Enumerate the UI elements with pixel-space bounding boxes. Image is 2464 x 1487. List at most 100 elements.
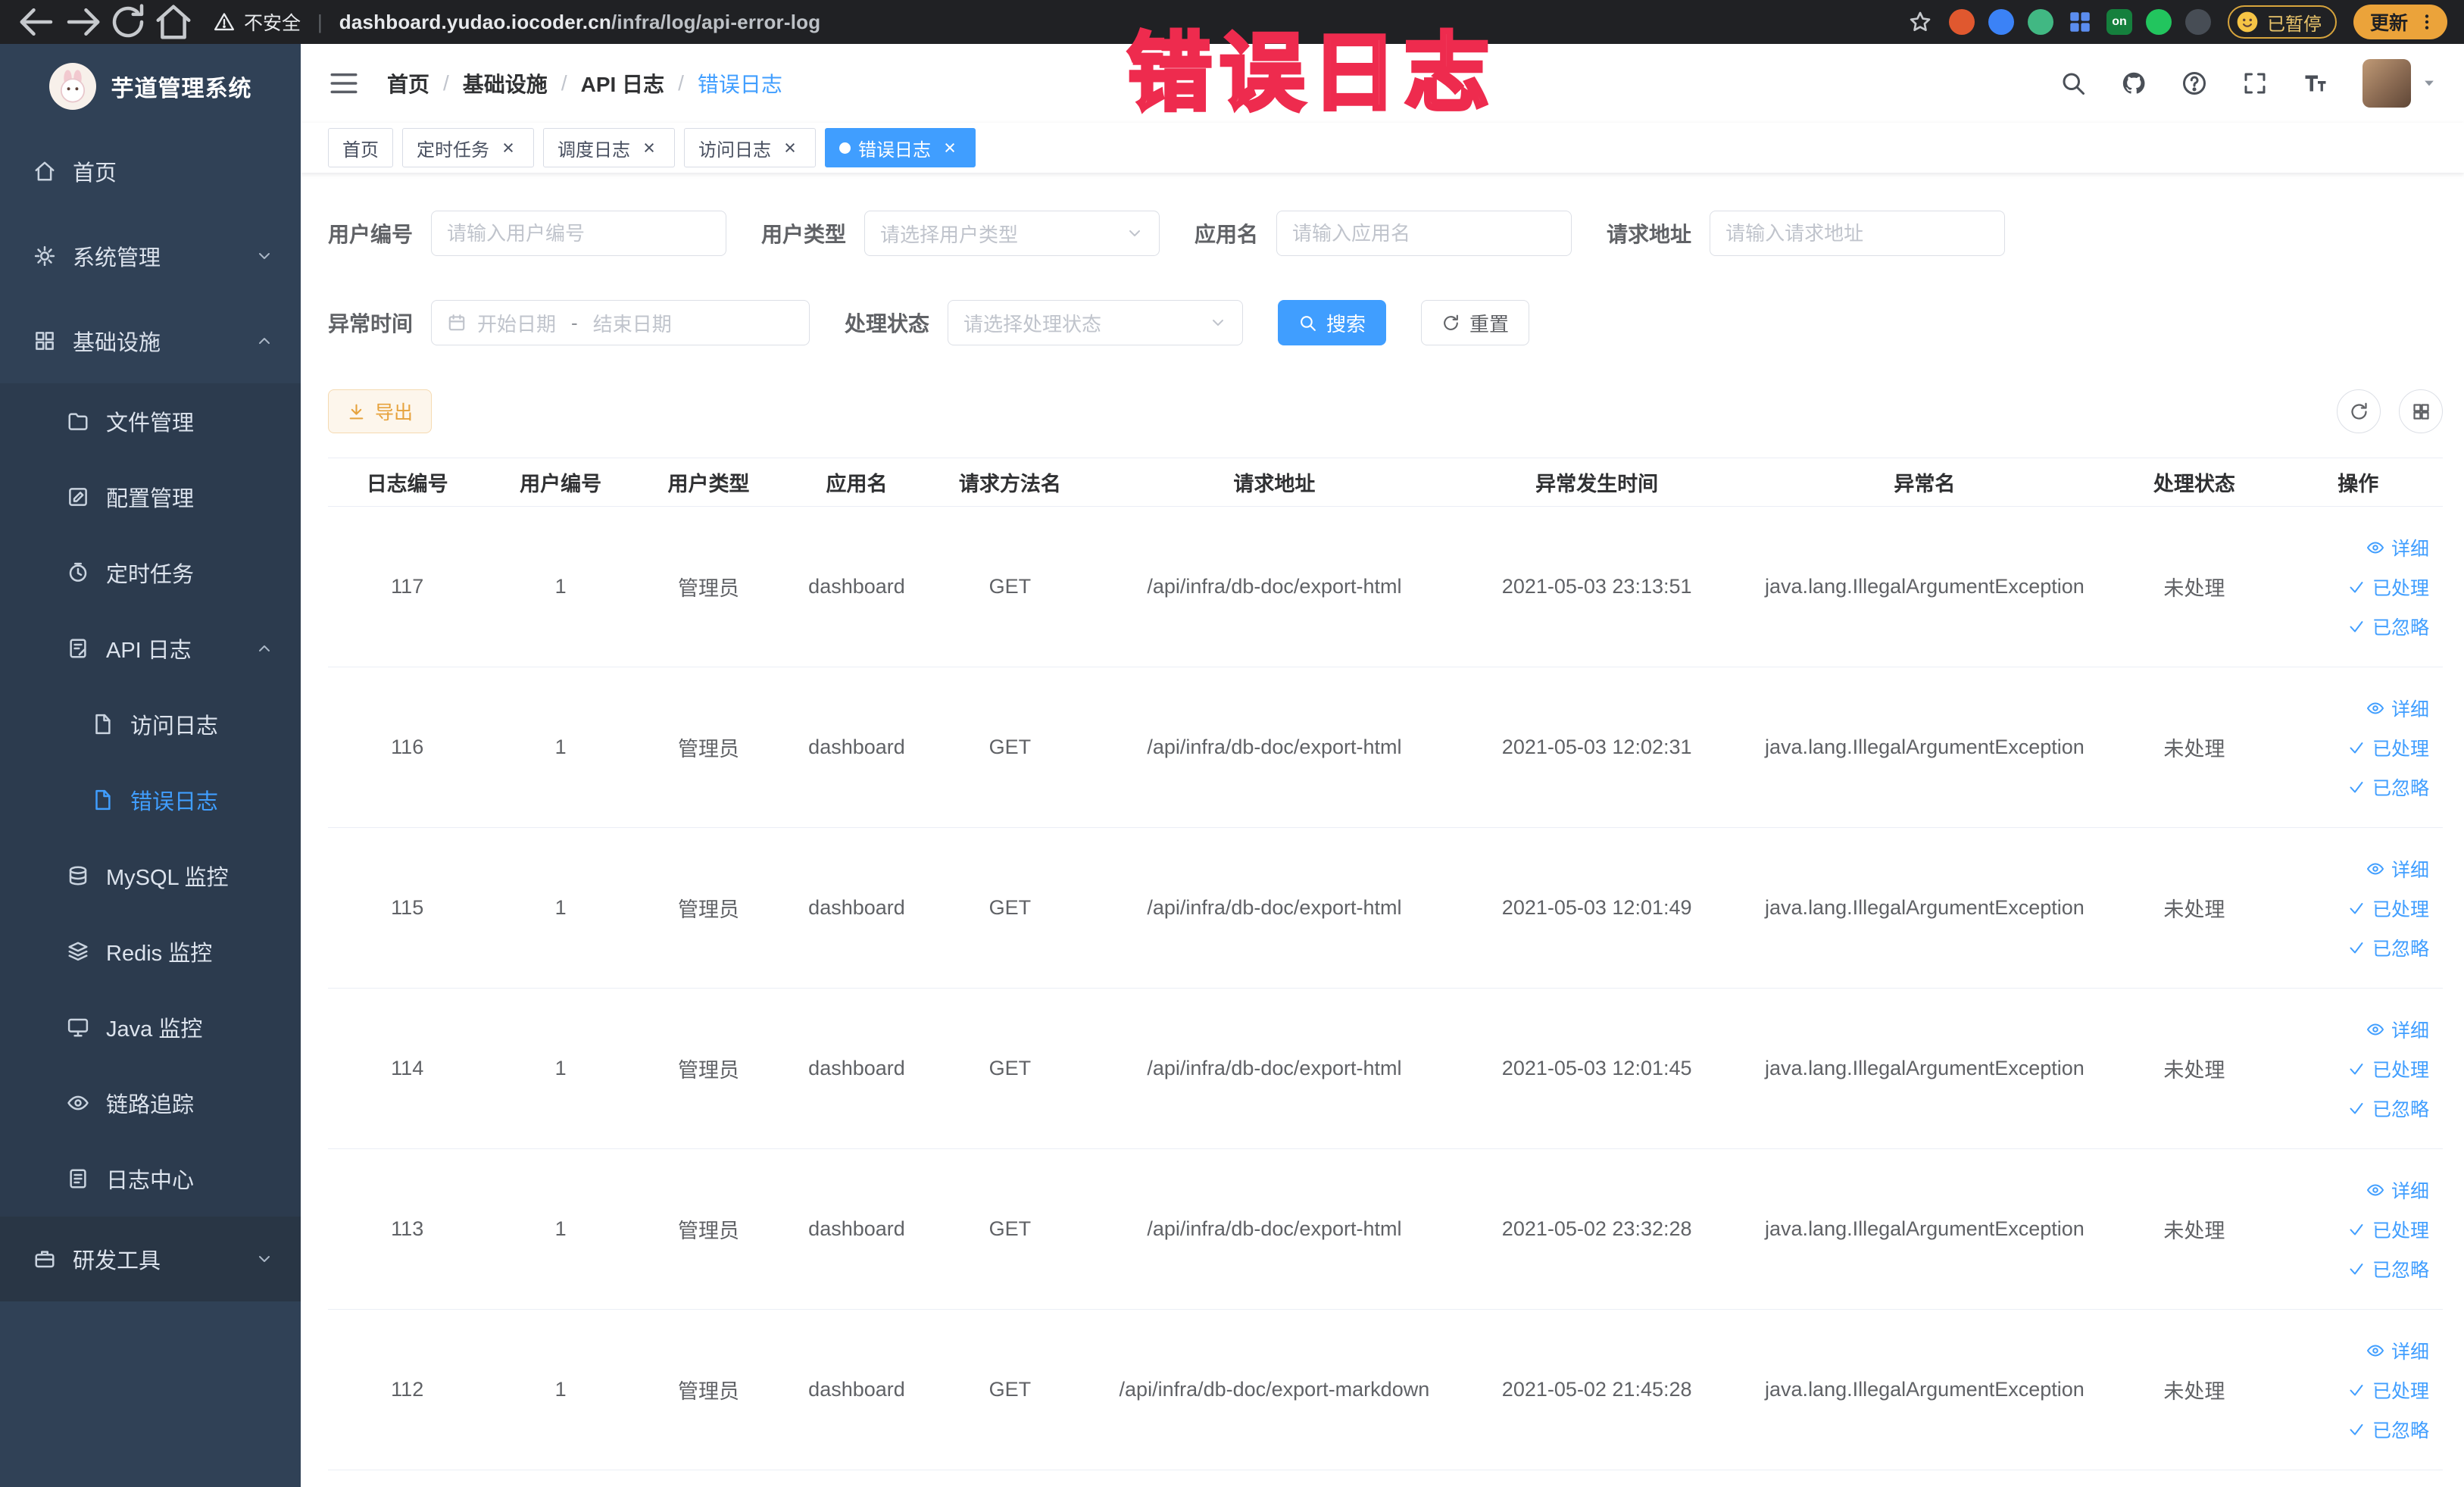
app-logo[interactable]: 芋道管理系统 <box>0 44 301 129</box>
sidebar-item[interactable]: 错误日志 <box>0 762 301 838</box>
update-button[interactable]: 更新 <box>2353 5 2447 39</box>
processed-link[interactable]: 已处理 <box>2274 1049 2429 1089</box>
ignored-link[interactable]: 已忽略 <box>2274 1089 2429 1128</box>
tab-item[interactable]: 定时任务 × <box>402 128 534 167</box>
url-path: /infra/log/api-error-log <box>611 10 821 33</box>
vue-extension-icon[interactable] <box>2027 9 2053 35</box>
sidebar-item[interactable]: 定时任务 <box>0 535 301 611</box>
error-log-table: 日志编号 用户编号 用户类型 应用名 请求方法名 请求地址 异常发生时间 异常名 处理状态 操作 … <box>328 458 2443 1470</box>
detail-link[interactable]: 详细 <box>2274 849 2429 889</box>
detail-link[interactable]: 详细 <box>2274 1010 2429 1049</box>
cell-exception: java.lang.IllegalArgumentException <box>1734 988 2116 1149</box>
security-indicator[interactable]: 不安全 <box>214 8 301 36</box>
sidebar-item[interactable]: 研发工具 <box>0 1217 301 1301</box>
forward-icon[interactable] <box>62 5 103 39</box>
reset-button[interactable]: 重置 <box>1421 300 1530 345</box>
ignored-link[interactable]: 已忽略 <box>2274 767 2429 807</box>
github-icon[interactable] <box>2120 70 2147 97</box>
tab-item[interactable]: 首页 <box>328 128 393 167</box>
paw-extension-icon[interactable] <box>2184 9 2211 35</box>
processed-link[interactable]: 已处理 <box>2274 567 2429 607</box>
sidebar-item[interactable]: MySQL 监控 <box>0 838 301 914</box>
date-range-picker[interactable]: 开始日期 - 结束日期 <box>431 300 810 345</box>
user-type-placeholder: 请选择用户类型 <box>880 223 1019 246</box>
avatar[interactable] <box>2363 59 2411 108</box>
trace-eye-icon <box>65 1092 91 1114</box>
action-label: 已忽略 <box>2372 777 2429 799</box>
sidebar-item[interactable]: 基础设施 <box>0 298 301 383</box>
tab-item[interactable]: 访问日志 × <box>684 128 816 167</box>
ignored-link[interactable]: 已忽略 <box>2274 607 2429 646</box>
search-icon[interactable] <box>2060 70 2087 97</box>
sidebar-item[interactable]: 文件管理 <box>0 383 301 459</box>
breadcrumb-item[interactable]: 基础设施 <box>463 68 548 98</box>
processed-link[interactable]: 已处理 <box>2274 728 2429 767</box>
detail-link[interactable]: 详细 <box>2274 1170 2429 1210</box>
close-icon[interactable]: × <box>779 136 801 159</box>
range-separator: - <box>571 311 578 334</box>
sidebar-item[interactable]: 链路追踪 <box>0 1065 301 1141</box>
user-menu[interactable] <box>2363 59 2437 108</box>
tab-label: 错误日志 <box>858 139 931 161</box>
reload-icon[interactable] <box>108 4 148 39</box>
request-url-input[interactable] <box>1710 211 2006 256</box>
leaf-extension-icon[interactable] <box>2145 9 2172 35</box>
bookmark-star-icon[interactable] <box>1908 10 1932 34</box>
sidebar-item[interactable]: API 日志 <box>0 611 301 686</box>
browser-home-icon[interactable] <box>153 5 194 39</box>
back-icon[interactable] <box>17 5 58 39</box>
on-extension-icon[interactable]: on <box>2106 9 2132 35</box>
font-size-icon[interactable] <box>2302 70 2329 97</box>
sidebar-item[interactable]: 系统管理 <box>0 214 301 298</box>
column-settings-button[interactable] <box>2399 389 2443 433</box>
shield-extension-icon[interactable] <box>1948 9 1975 35</box>
close-icon[interactable]: × <box>938 136 961 159</box>
tab-item[interactable]: 调度日志 × <box>543 128 675 167</box>
sidebar-item[interactable]: Redis 监控 <box>0 914 301 989</box>
active-dot-icon <box>839 142 851 154</box>
grid-extension-icon[interactable] <box>2067 9 2093 35</box>
question-icon[interactable] <box>2181 70 2208 97</box>
processed-link[interactable]: 已处理 <box>2274 889 2429 928</box>
ignored-link[interactable]: 已忽略 <box>2274 928 2429 967</box>
detail-link[interactable]: 详细 <box>2274 1331 2429 1370</box>
processed-link[interactable]: 已处理 <box>2274 1210 2429 1249</box>
close-icon[interactable]: × <box>497 136 520 159</box>
sidebar-menu: 首页 系统管理 基础设施 文件管理 配置管理 定时任务 API 日志 访问日志 错误日志 MySQ… <box>0 129 301 1487</box>
kebab-menu-icon[interactable] <box>2417 12 2437 32</box>
sidebar-item[interactable]: 访问日志 <box>0 686 301 762</box>
filter-user-type: 用户类型 请选择用户类型 <box>761 211 1160 256</box>
sidebar-item[interactable]: 配置管理 <box>0 459 301 535</box>
detail-link[interactable]: 详细 <box>2274 689 2429 728</box>
paused-badge[interactable]: 已暂停 <box>2227 5 2337 39</box>
processed-link[interactable]: 已处理 <box>2274 1370 2429 1410</box>
detail-link[interactable]: 详细 <box>2274 528 2429 567</box>
sidebar-item[interactable]: 首页 <box>0 129 301 214</box>
ignored-link[interactable]: 已忽略 <box>2274 1249 2429 1289</box>
refresh-table-button[interactable] <box>2337 389 2381 433</box>
user-type-select[interactable]: 请选择用户类型 <box>864 211 1160 256</box>
cell-method: GET <box>930 1309 1090 1470</box>
process-status-select[interactable]: 请选择处理状态 <box>948 300 1244 345</box>
breadcrumb-item[interactable]: 首页 <box>387 68 429 98</box>
sidebar-item[interactable]: Java 监控 <box>0 989 301 1065</box>
close-icon[interactable]: × <box>638 136 661 159</box>
cell-user_type: 管理员 <box>634 1309 783 1470</box>
user-id-input[interactable] <box>431 211 727 256</box>
breadcrumb-item[interactable]: API 日志 <box>581 68 664 98</box>
address-url[interactable]: dashboard.yudao.iocoder.cn/infra/log/api… <box>339 11 821 34</box>
chevron-down-icon <box>255 247 273 265</box>
hamburger-icon[interactable] <box>328 67 360 99</box>
tab-item[interactable]: 错误日志 × <box>825 128 976 167</box>
export-button[interactable]: 导出 <box>328 389 433 433</box>
fullscreen-icon[interactable] <box>2241 70 2269 97</box>
search-button[interactable]: 搜索 <box>1278 300 1387 345</box>
action-label: 详细 <box>2391 1020 2429 1042</box>
ignored-link[interactable]: 已忽略 <box>2274 1410 2429 1449</box>
drop-extension-icon[interactable] <box>1988 9 2014 35</box>
sidebar-item[interactable]: 日志中心 <box>0 1141 301 1217</box>
app-name-input[interactable] <box>1276 211 1572 256</box>
database-icon <box>65 864 91 887</box>
breadcrumb-item: 错误日志 <box>697 73 782 96</box>
grid-icon <box>2411 401 2431 422</box>
